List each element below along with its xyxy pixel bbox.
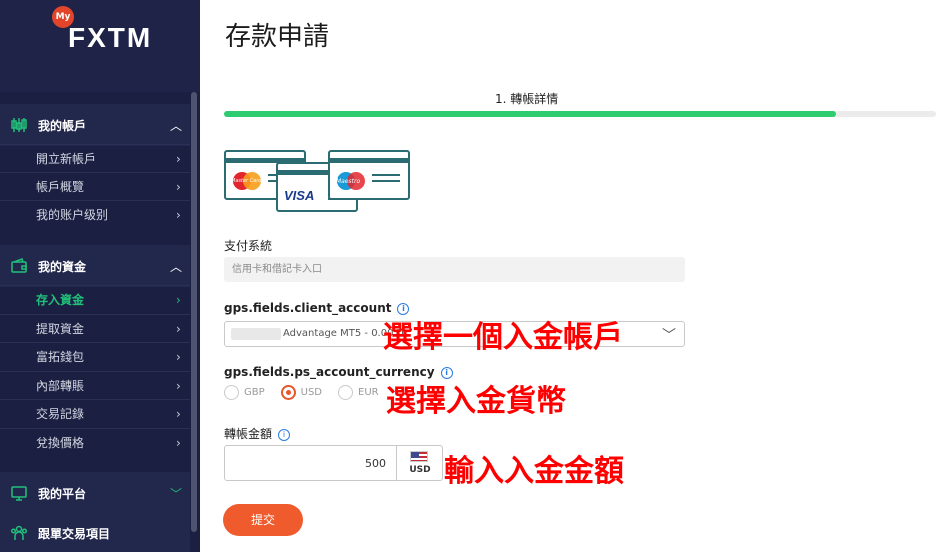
sidebar-item-open-account[interactable]: 開立新帳戶 › [0, 144, 190, 172]
sidebar-section-copy-trading[interactable]: 跟單交易項目 [0, 512, 190, 552]
sidebar-item-label: 交易記錄 [36, 407, 85, 421]
sidebar-section-label: 我的資金 [38, 259, 87, 274]
logo-text: FXTM [68, 22, 153, 53]
sidebar-item-label: 我的账户级别 [36, 208, 109, 222]
radio-label: USD [300, 387, 323, 398]
account-number-redacted [231, 328, 281, 340]
sidebar-item-exchange-rates[interactable]: 兌換價格 › [0, 428, 190, 456]
us-flag-icon [410, 451, 428, 462]
sidebar-item-internal-transfer[interactable]: 內部轉賬 › [0, 371, 190, 399]
step-progress-fill [224, 111, 837, 117]
chevron-right-icon: › [176, 321, 181, 336]
sidebar-item-withdraw[interactable]: 提取資金 › [0, 314, 190, 342]
chevron-up-icon: ︿ [170, 259, 183, 274]
card-line [372, 174, 400, 176]
step-progress-bar [224, 111, 936, 117]
radio-circle[interactable] [280, 385, 296, 400]
chevron-right-icon: › [176, 179, 181, 194]
payment-system-label: 支付系統 [224, 239, 273, 253]
maestro-label: Maestro [336, 178, 361, 185]
radio-label: GBP [244, 387, 265, 398]
sidebar-item-label: 內部轉賬 [36, 379, 85, 393]
sidebar-section-label: 跟單交易項目 [38, 526, 111, 541]
chevron-right-icon: › [176, 435, 181, 450]
maestro-card: Maestro [328, 150, 410, 200]
candlestick-icon [10, 116, 28, 134]
sidebar-item-label: 存入資金 [36, 293, 85, 307]
amount-label-text: 轉帳金額 [224, 427, 273, 441]
chevron-right-icon: › [176, 349, 181, 364]
sidebar-section-my-platforms[interactable]: 我的平台 ﹀ [0, 472, 190, 514]
sidebar-scrollbar[interactable] [191, 92, 197, 532]
radio-usd[interactable]: USD [280, 385, 323, 400]
monitor-icon [10, 484, 28, 502]
card-brands-illustration: Master Card VISA Maestro [224, 148, 410, 214]
chevron-right-icon: › [176, 406, 181, 421]
amount-currency-label: USD [409, 465, 431, 475]
card-line [372, 180, 400, 182]
payment-system-field: 信用卡和借記卡入口 [224, 257, 685, 282]
sidebar-item-label: 開立新帳戶 [36, 152, 97, 166]
radio-gbp[interactable]: GBP [224, 385, 265, 400]
chevron-right-icon: › [176, 378, 181, 393]
page-title: 存款申請 [225, 22, 330, 52]
chevron-down-icon: ﹀ [170, 486, 183, 501]
annotation-currency: 選擇入金貨幣 [386, 384, 566, 419]
client-account-label: gps.fields.client_account i [224, 301, 410, 315]
wallet-icon [10, 257, 28, 275]
chevron-right-icon: › [176, 292, 181, 307]
amount-currency: USD [396, 446, 442, 480]
sidebar-item-label: 兌換價格 [36, 436, 85, 450]
amount-label: 轉帳金額 i [224, 425, 291, 442]
sidebar-item-label: 帳戶概覽 [36, 180, 85, 194]
client-account-label-text: gps.fields.client_account [224, 301, 392, 315]
amount-value: 500 [365, 457, 386, 470]
chevron-up-icon: ︿ [170, 118, 183, 133]
card-stripe [330, 158, 408, 163]
submit-button[interactable]: 提交 [223, 504, 303, 536]
sidebar-item-wallet[interactable]: 富拓錢包 › [0, 342, 190, 370]
sidebar-item-label: 富拓錢包 [36, 350, 85, 364]
chevron-down-icon: ﹀ [662, 328, 676, 344]
radio-label: EUR [358, 387, 379, 398]
mastercard-label: Master Card [231, 178, 262, 184]
sidebar-section-my-account[interactable]: 我的帳戶 ︿ [0, 104, 190, 146]
chevron-right-icon: › [176, 207, 181, 222]
sidebar-section-my-funds[interactable]: 我的資金 ︿ [0, 245, 190, 287]
amount-input[interactable]: 500 USD [224, 445, 443, 481]
people-icon [10, 524, 28, 542]
annotation-amount: 輸入入金金額 [444, 454, 624, 489]
annotation-account: 選擇一個入金帳戶 [383, 320, 623, 355]
visa-logo: VISA [284, 188, 315, 203]
sidebar-item-account-level[interactable]: 我的账户级别 › [0, 200, 190, 228]
sidebar-item-account-overview[interactable]: 帳戶概覽 › [0, 172, 190, 200]
chevron-right-icon: › [176, 151, 181, 166]
radio-circle[interactable] [338, 385, 354, 400]
sidebar: My FXTM 我的帳戶 ︿ 開立新帳戶 › 帳戶概覽 › 我的账户级别 › 我… [0, 0, 200, 552]
sidebar-item-label: 提取資金 [36, 322, 85, 336]
sidebar-item-transaction-history[interactable]: 交易記錄 › [0, 399, 190, 427]
currency-radio-group: GBP USD EUR [224, 385, 395, 400]
sidebar-section-label: 我的平台 [38, 486, 87, 501]
fxtm-logo[interactable]: My FXTM [52, 6, 152, 54]
radio-circle[interactable] [224, 385, 239, 400]
step-label: 1. 轉帳詳情 [495, 92, 559, 106]
radio-eur[interactable]: EUR [338, 385, 379, 400]
sidebar-section-label: 我的帳戶 [38, 118, 87, 133]
sidebar-item-deposit[interactable]: 存入資金 › [0, 285, 190, 313]
info-icon[interactable]: i [278, 428, 291, 441]
